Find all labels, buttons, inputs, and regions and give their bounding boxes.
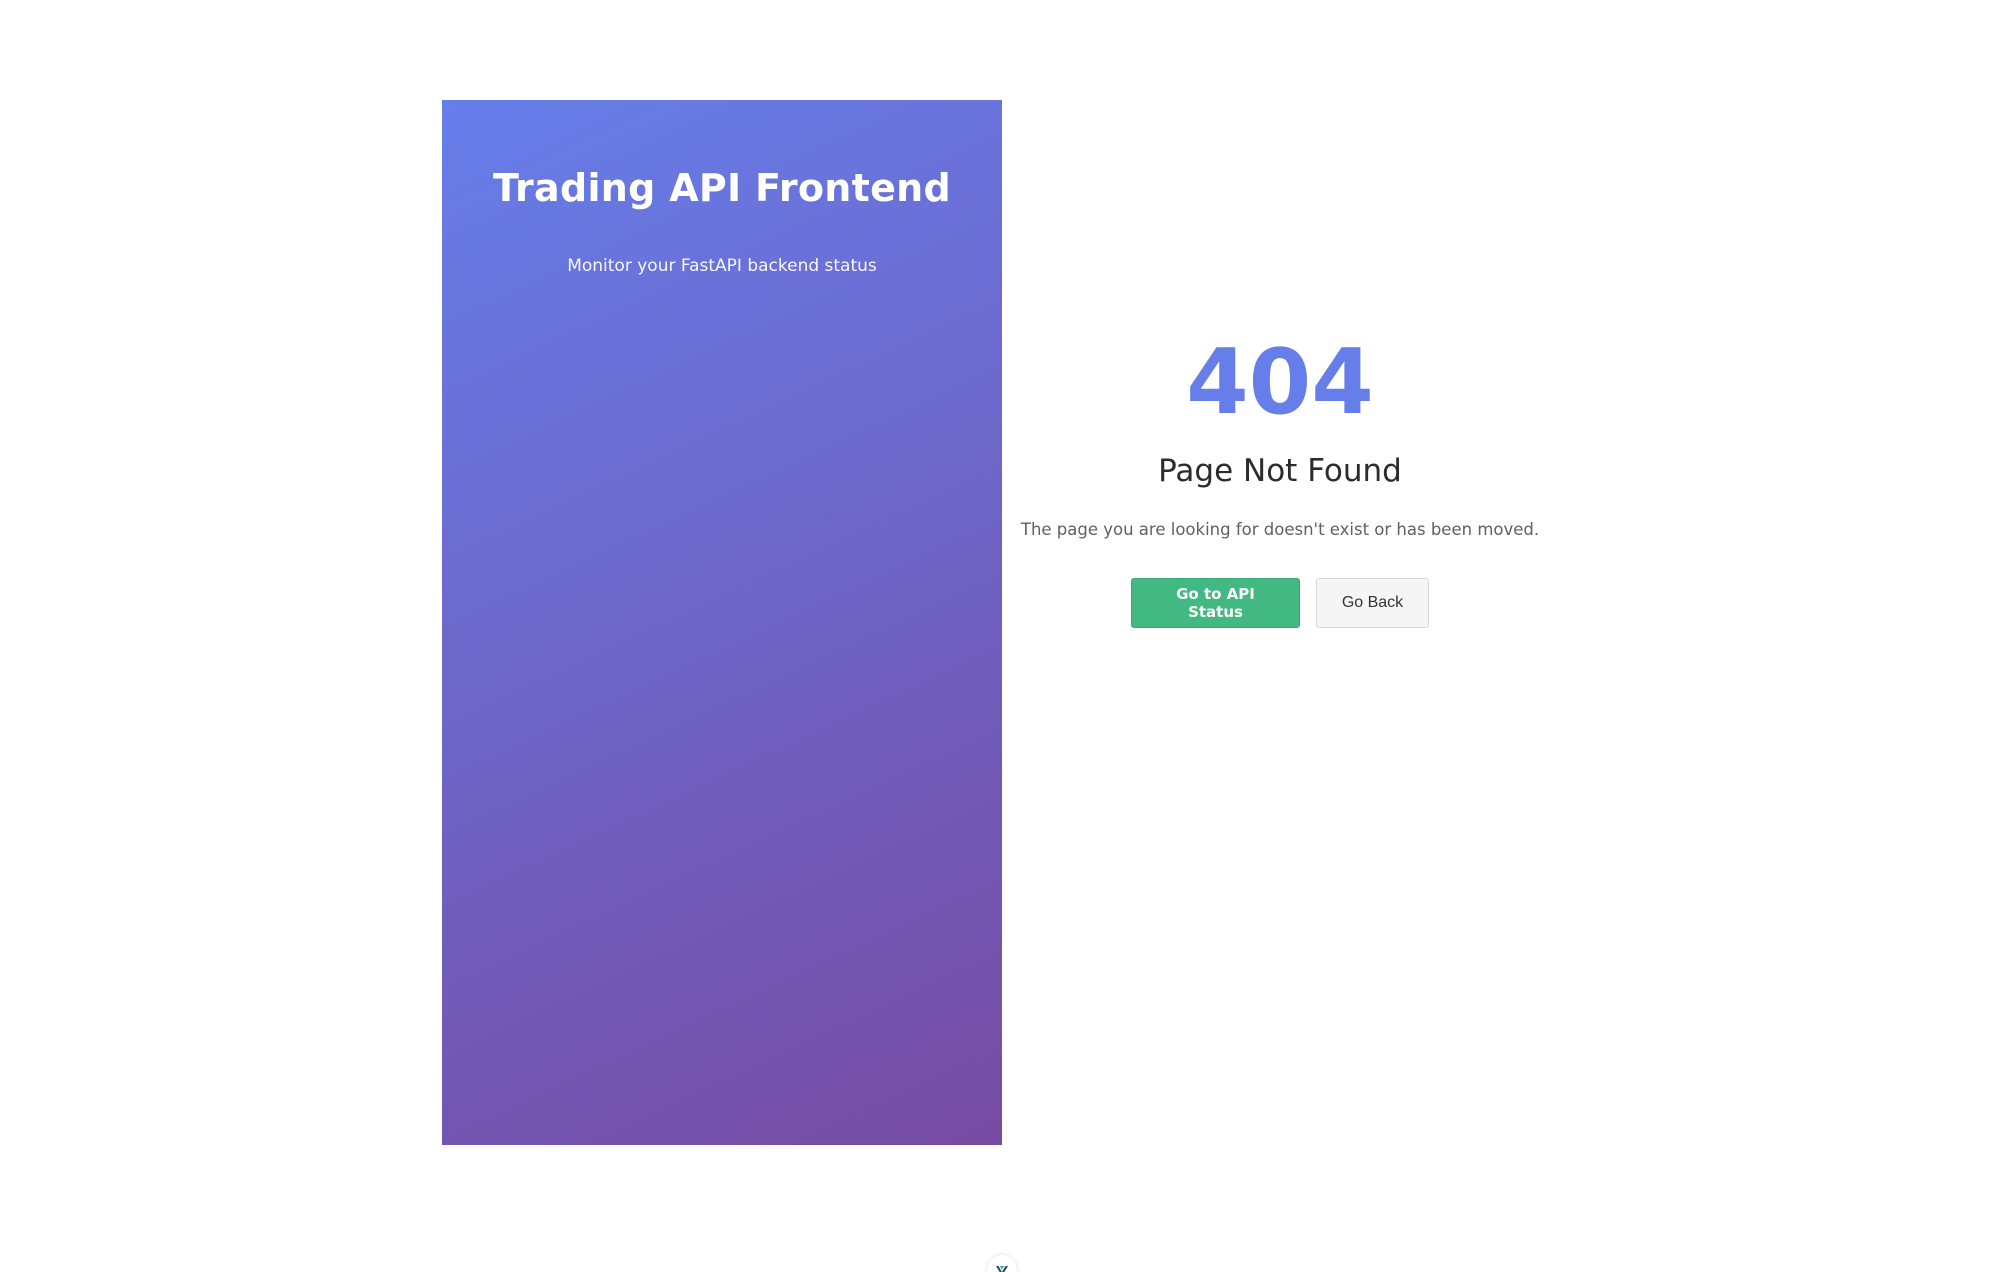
page: Trading API Frontend Monitor your FastAP… bbox=[0, 0, 1993, 1272]
error-code: 404 bbox=[1186, 330, 1374, 435]
not-found-panel: 404 Page Not Found The page you are look… bbox=[1002, 320, 1558, 628]
error-description: The page you are looking for doesn't exi… bbox=[1020, 520, 1540, 539]
hero-subtitle: Monitor your FastAPI backend status bbox=[567, 256, 877, 276]
action-buttons: Go to API Status Go Back bbox=[1002, 578, 1558, 628]
go-back-button[interactable]: Go Back bbox=[1316, 578, 1429, 628]
error-title: Page Not Found bbox=[1158, 453, 1402, 489]
vue-logo-icon bbox=[996, 1266, 1008, 1272]
go-to-api-status-button[interactable]: Go to API Status bbox=[1131, 578, 1300, 628]
hero-panel: Trading API Frontend Monitor your FastAP… bbox=[442, 100, 1002, 1145]
vue-devtools-icon[interactable] bbox=[987, 1255, 1017, 1272]
hero-title: Trading API Frontend bbox=[492, 166, 952, 210]
